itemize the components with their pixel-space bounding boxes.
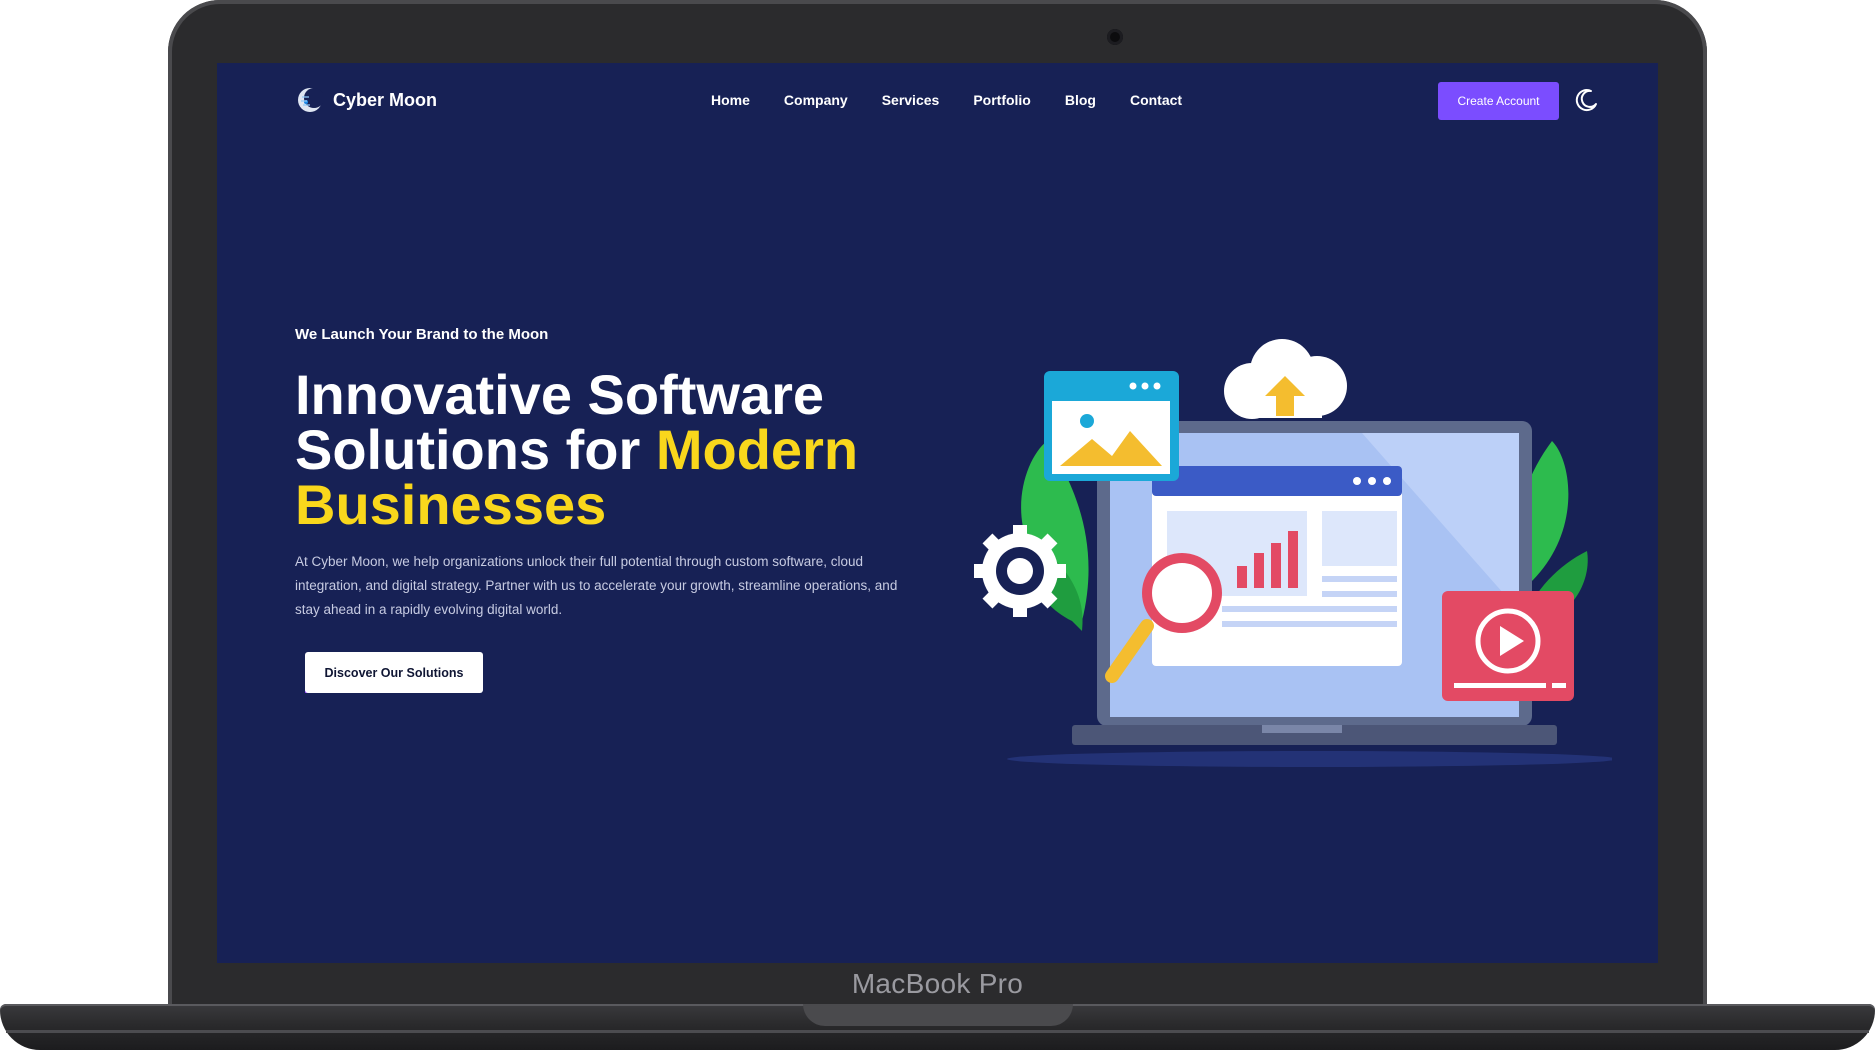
- moon-logo-icon: [298, 88, 323, 112]
- create-account-button[interactable]: Create Account: [1438, 82, 1559, 120]
- nav-home[interactable]: Home: [711, 92, 750, 108]
- brand-logo[interactable]: Cyber Moon: [297, 87, 437, 113]
- hero-illustration: [974, 339, 1612, 767]
- moon-theme-toggle-icon[interactable]: [1574, 87, 1600, 113]
- nav-company[interactable]: Company: [784, 92, 848, 108]
- nav-blog[interactable]: Blog: [1065, 92, 1096, 108]
- nav-services[interactable]: Services: [882, 92, 940, 108]
- screen: Cyber Moon Home Company Services Portfol…: [217, 63, 1658, 963]
- hero-eyebrow: We Launch Your Brand to the Moon: [295, 326, 549, 343]
- device-label: MacBook Pro: [851, 968, 1024, 999]
- nav-portfolio[interactable]: Portfolio: [973, 92, 1031, 108]
- hero-headline: Innovative Software Solutions for Modern…: [295, 367, 895, 533]
- discover-solutions-button[interactable]: Discover Our Solutions: [305, 652, 483, 693]
- main-nav: Home Company Services Portfolio Blog Con…: [711, 92, 1182, 108]
- hero-description: At Cyber Moon, we help organizations unl…: [295, 554, 898, 617]
- camera: [1107, 29, 1123, 45]
- laptop-notch: [803, 1004, 1073, 1026]
- nav-contact[interactable]: Contact: [1130, 92, 1182, 108]
- base-edge: [6, 1030, 1869, 1033]
- brand-name: Cyber Moon: [333, 89, 438, 110]
